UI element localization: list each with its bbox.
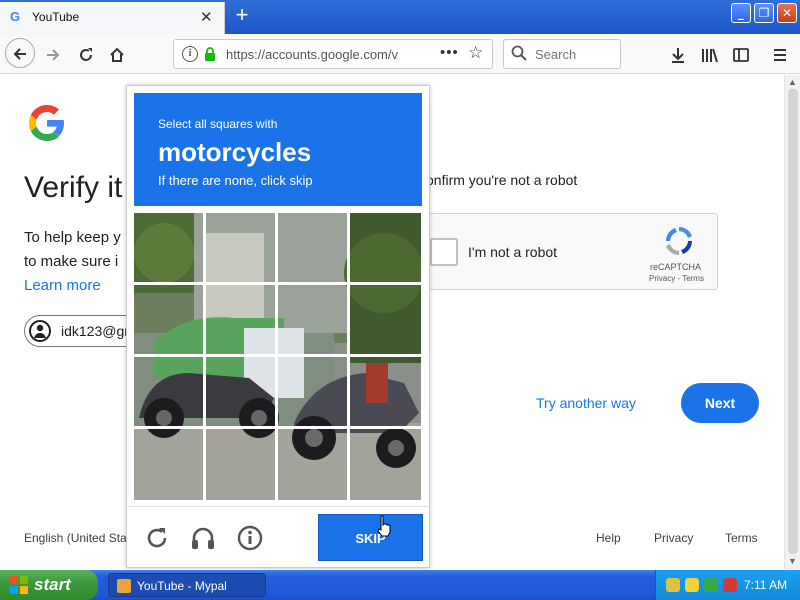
search-input[interactable]: Search: [535, 47, 576, 62]
captcha-image-grid: [134, 213, 421, 500]
more-icon[interactable]: •••: [440, 44, 459, 61]
captcha-tile[interactable]: [278, 213, 347, 282]
tab-title: YouTube: [32, 10, 80, 24]
captcha-tile[interactable]: [206, 429, 275, 498]
tray-shield-icon[interactable]: [685, 578, 699, 592]
tab-close-icon[interactable]: ✕: [200, 8, 213, 26]
captcha-tile[interactable]: [206, 357, 275, 426]
captcha-tile[interactable]: [350, 285, 419, 354]
mypal-icon: [117, 579, 131, 593]
help-text-line-2: to make sure i: [24, 253, 119, 270]
url-text[interactable]: https://accounts.google.com/v: [226, 47, 404, 62]
captcha-tile[interactable]: [206, 285, 275, 354]
scroll-thumb[interactable]: [788, 89, 798, 554]
home-button[interactable]: [103, 40, 131, 68]
captcha-tile[interactable]: [278, 429, 347, 498]
next-button[interactable]: Next: [681, 383, 759, 423]
library-icon: [702, 48, 718, 63]
sidebar-icon: [733, 48, 749, 63]
help-text-line-1: To help keep y: [24, 229, 121, 246]
recaptcha-brand: reCAPTCHA: [650, 262, 702, 272]
search-icon: [511, 45, 527, 61]
taskbar-item-label: YouTube - Mypal: [137, 579, 227, 593]
search-bar[interactable]: Search: [503, 39, 621, 69]
captcha-tile[interactable]: [278, 285, 347, 354]
bookmark-star-icon[interactable]: ☆: [468, 43, 483, 63]
title-bar: G YouTube ✕ + _ ❐ ✕: [0, 0, 800, 34]
tray-network-icon[interactable]: [666, 578, 680, 592]
recaptcha-widget: I'm not a robot reCAPTCHA Privacy - Term…: [425, 213, 718, 290]
download-icon: [672, 48, 684, 64]
captcha-target-object: motorcycles: [158, 137, 312, 167]
learn-more-link[interactable]: Learn more: [24, 277, 101, 294]
captcha-tile[interactable]: [134, 213, 203, 282]
skip-button[interactable]: SKIP: [318, 514, 423, 561]
confirm-text: onfirm you're not a robot: [426, 172, 578, 188]
captcha-tile[interactable]: [278, 357, 347, 426]
menu-icon: [774, 49, 786, 62]
captcha-instruction: Select all squares with: [158, 117, 278, 131]
reload-captcha-icon[interactable]: [144, 525, 170, 551]
google-favicon-icon: G: [10, 9, 21, 24]
minimize-button[interactable]: _: [731, 3, 751, 23]
back-button[interactable]: [5, 38, 35, 68]
windows-logo-icon: [10, 576, 28, 594]
captcha-none-hint: If there are none, click skip: [158, 173, 313, 188]
account-icon: [29, 320, 51, 342]
start-label: start: [34, 575, 71, 594]
hand-cursor-icon: [377, 515, 391, 537]
menu-button[interactable]: [766, 40, 794, 68]
recaptcha-checkbox[interactable]: [430, 238, 458, 266]
url-bar[interactable]: i https://accounts.google.com/v ••• ☆: [173, 39, 493, 69]
google-logo-icon: [29, 105, 64, 141]
audio-icon[interactable]: [190, 525, 216, 551]
nav-toolbar: i https://accounts.google.com/v ••• ☆ Se…: [0, 34, 800, 74]
new-tab-button[interactable]: +: [231, 4, 253, 26]
info-icon[interactable]: i: [182, 46, 198, 62]
captcha-challenge: Select all squares with motorcycles If t…: [126, 85, 430, 568]
captcha-tile[interactable]: [350, 357, 419, 426]
account-email: idk123@gr: [61, 323, 129, 339]
try-another-way-link[interactable]: Try another way: [536, 395, 636, 411]
footer-terms-link[interactable]: Terms: [725, 531, 758, 545]
captcha-tile[interactable]: [206, 213, 275, 282]
system-tray: 7:11 AM: [655, 570, 800, 600]
captcha-tile[interactable]: [350, 429, 419, 498]
footer-help-link[interactable]: Help: [596, 531, 621, 545]
captcha-tile[interactable]: [134, 357, 203, 426]
page-title: Verify it: [24, 171, 123, 204]
start-button[interactable]: start: [0, 570, 98, 600]
footer-privacy-link[interactable]: Privacy: [654, 531, 693, 545]
captcha-tile[interactable]: [134, 285, 203, 354]
reload-icon: [80, 48, 92, 62]
recaptcha-label: I'm not a robot: [468, 244, 558, 260]
home-icon: [110, 47, 124, 63]
tray-security-icon[interactable]: [723, 578, 737, 592]
browser-tab[interactable]: G YouTube ✕: [0, 2, 225, 34]
forward-button[interactable]: [39, 40, 67, 68]
downloads-button[interactable]: [664, 40, 692, 68]
captcha-header: Select all squares with motorcycles If t…: [134, 93, 422, 206]
page-scrollbar[interactable]: ▲ ▼: [784, 75, 800, 570]
taskbar-item-youtube[interactable]: YouTube - Mypal: [108, 573, 266, 597]
captcha-tile[interactable]: [350, 213, 419, 282]
forward-icon: [47, 49, 60, 61]
taskbar: start YouTube - Mypal 7:11 AM: [0, 570, 800, 600]
scroll-up-icon[interactable]: ▲: [788, 77, 797, 87]
scroll-down-icon[interactable]: ▼: [788, 556, 797, 566]
tray-update-icon[interactable]: [704, 578, 718, 592]
lock-icon: [205, 47, 215, 61]
clock: 7:11 AM: [744, 578, 788, 592]
reload-button[interactable]: [72, 40, 100, 68]
language-selector[interactable]: English (United Sta: [24, 531, 127, 545]
captcha-tile[interactable]: [134, 429, 203, 498]
back-icon: [13, 48, 26, 60]
close-window-button[interactable]: ✕: [777, 3, 797, 23]
recaptcha-terms-link[interactable]: Privacy - Terms: [649, 274, 704, 283]
recaptcha-logo-icon: [666, 227, 692, 255]
library-button[interactable]: [696, 40, 724, 68]
info-captcha-icon[interactable]: [237, 525, 263, 551]
sidebar-button[interactable]: [727, 40, 755, 68]
maximize-button[interactable]: ❐: [754, 3, 774, 23]
